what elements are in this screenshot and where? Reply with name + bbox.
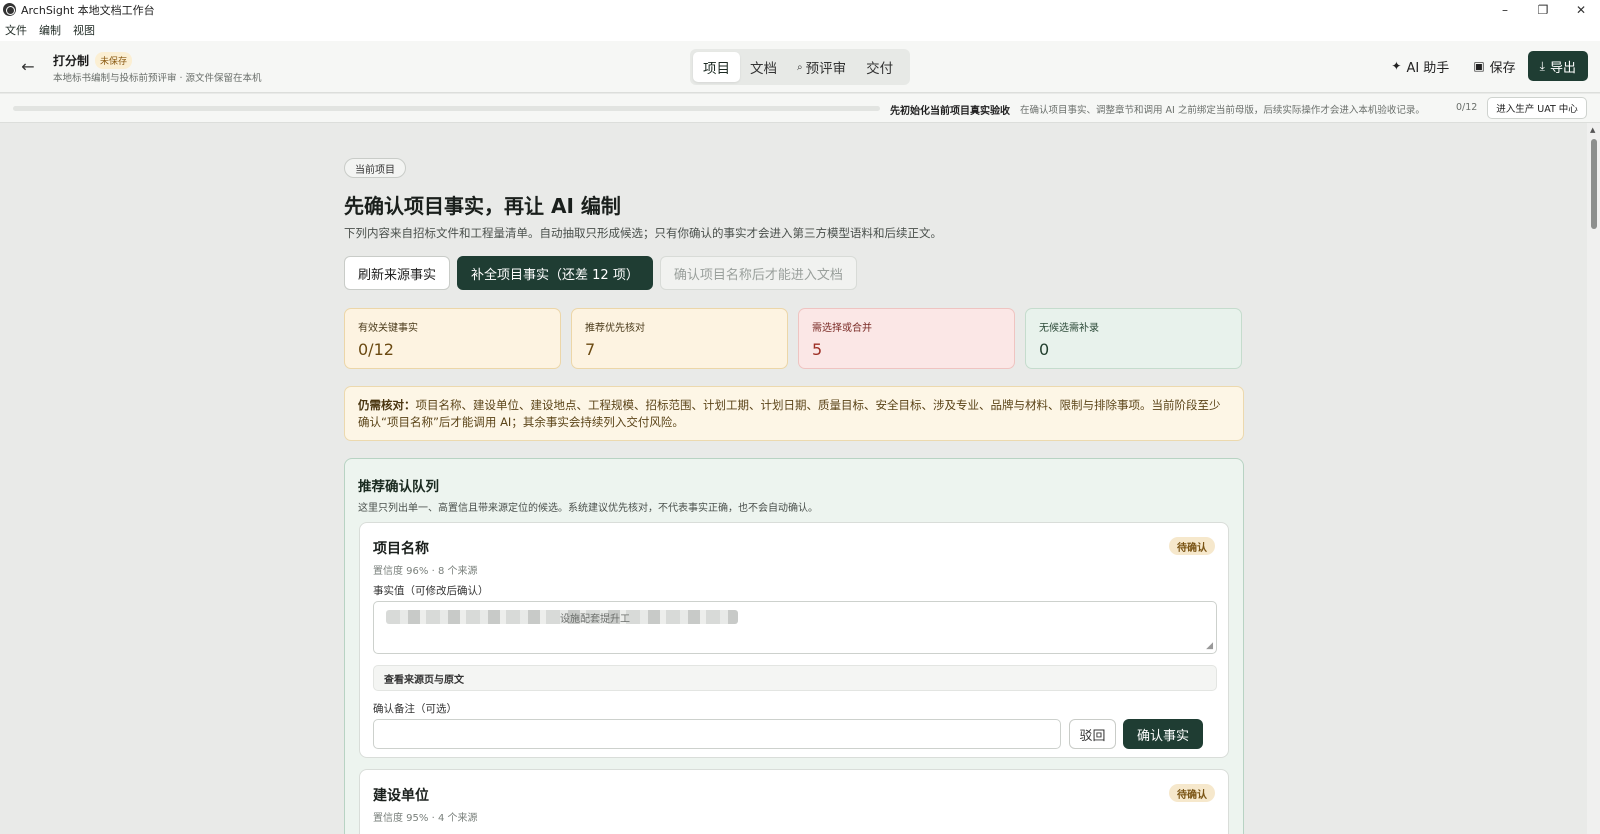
project-subtitle: 本地标书编制与投标前预评审 · 源文件保留在本机 [53,73,262,84]
current-project-pill: 当前项目 [344,158,406,178]
close-icon[interactable]: ✕ [1562,0,1600,19]
window-controls: – ❐ ✕ [1486,0,1600,19]
resize-handle-icon[interactable]: ◢ [1206,641,1213,651]
stats-row: 有效关键事实 0/12 推荐优先核对 7 需选择或合并 5 无候选需补录 0 [344,308,1244,369]
fact-meta: 置信度 95% · 4 个来源 [373,813,478,824]
project-name: 打分制 [53,54,90,68]
save-icon: ▣ [1473,59,1485,73]
maximize-icon[interactable]: ❐ [1524,0,1562,19]
fact-title: 项目名称 [373,541,429,557]
stat-value: 0 [1039,340,1050,359]
enter-documents-button[interactable]: 确认项目名称后才能进入文档 [659,256,857,290]
acceptance-progress [13,106,880,111]
refresh-facts-button[interactable]: 刷新来源事实 [344,256,451,290]
pending-badge: 待确认 [1169,537,1215,555]
queue-description: 这里只列出单一、高置信且带来源定位的候选。系统建议优先核对，不代表事实正确，也不… [358,503,818,514]
stat-value: 5 [812,340,823,359]
stat-card-select-merge: 需选择或合并 5 [798,308,1015,369]
ai-assistant-button[interactable]: ✦ AI 助手 [1379,51,1461,81]
menu-edit[interactable]: 编制 [39,22,61,38]
tab-label: 项目 [703,61,730,77]
fact-value-partial: 设施配套提升工 [560,614,630,625]
download-icon: ⤓ [1539,58,1545,73]
app-logo-icon [3,3,16,16]
confirm-note-input[interactable] [373,719,1061,749]
arrow-left-icon[interactable]: ← [18,56,38,76]
menu-view[interactable]: 视图 [73,22,95,38]
export-label: 导出 [1549,60,1576,76]
acceptance-status-bar: 先初始化当前项目真实验收 在确认项目事实、调整章节和调用 AI 之前绑定当前母版… [0,94,1600,123]
window-title: ArchSight 本地文档工作台 [21,3,155,17]
vertical-scrollbar[interactable]: ▲ [1587,123,1600,834]
complete-facts-button[interactable]: 补全项目事实（还差 12 项） [457,256,653,290]
tab-project[interactable]: 项目 [693,52,740,82]
fact-value-label: 事实值（可修改后确认） [373,585,489,597]
window-titlebar: ArchSight 本地文档工作台 – ❐ ✕ [0,0,1600,19]
stat-card-priority-check: 推荐优先核对 7 [571,308,788,369]
stat-label: 推荐优先核对 [585,323,645,334]
note-label: 确认备注（可选） [373,703,457,715]
tab-label: 预评审 [805,61,847,77]
stat-value: 7 [585,340,596,359]
status-count: 0/12 [1456,102,1478,113]
stat-label: 需选择或合并 [812,323,872,334]
tab-label: 交付 [866,61,894,77]
notice-text: 项目名称、建设单位、建设地点、工程规模、招标范围、计划工期、计划日期、质量目标、… [358,398,1221,429]
queue-title: 推荐确认队列 [358,479,439,495]
view-source-toggle[interactable]: 查看来源页与原文 [373,665,1217,691]
stat-label: 有效关键事实 [358,323,418,334]
sparkle-icon: ✦ [1391,59,1402,73]
tab-delivery[interactable]: 交付 [856,52,903,82]
confirm-fact-button[interactable]: 确认事实 [1123,719,1203,749]
save-label: 保存 [1489,60,1516,76]
pending-check-notice: 仍需核对：项目名称、建设单位、建设地点、工程规模、招标范围、计划工期、计划日期、… [344,386,1244,441]
ai-assistant-label: AI 助手 [1406,60,1450,76]
fact-card-project-name: 项目名称 待确认 置信度 96% · 8 个来源 事实值（可修改后确认） 设施配… [359,522,1229,758]
reject-button[interactable]: 驳回 [1069,719,1116,749]
header-actions: ✦ AI 助手 ▣ 保存 ⤓ 导出 [1379,51,1588,81]
scroll-up-icon[interactable]: ▲ [1590,126,1595,134]
fact-card-owner: 建设单位 待确认 置信度 95% · 4 个来源 [359,769,1229,834]
page-description: 下列内容来自招标文件和工程量清单。自动抽取只形成候选；只有你确认的事实才会进入第… [344,226,942,240]
scroll-thumb[interactable] [1591,139,1597,229]
menu-bar: 文件 编制 视图 [0,19,1600,41]
stat-card-no-candidate: 无候选需补录 0 [1025,308,1242,369]
app-header: ← 打分制 未保存 本地标书编制与投标前预评审 · 源文件保留在本机 项目 文档… [0,41,1600,93]
status-headline: 先初始化当前项目真实验收 [890,106,1010,117]
tab-documents[interactable]: 文档 [740,52,787,82]
notice-lead: 仍需核对： [358,398,416,412]
save-button[interactable]: ▣ 保存 [1461,51,1527,81]
page-title: 先确认项目事实，再让 AI 编制 [344,194,621,218]
minimize-icon[interactable]: – [1486,0,1524,19]
stat-card-valid-facts: 有效关键事实 0/12 [344,308,561,369]
tab-label: 文档 [750,61,777,77]
recommended-queue: 推荐确认队列 这里只列出单一、高置信且带来源定位的候选。系统建议优先核对，不代表… [344,458,1244,834]
search-icon: ⌕ [797,61,803,73]
fact-value-textarea[interactable]: 设施配套提升工 ◢ [373,601,1217,654]
status-detail: 在确认项目事实、调整章节和调用 AI 之前绑定当前母版，后续实际操作才会进入本机… [1020,105,1425,116]
stat-value: 0/12 [358,340,394,359]
unsaved-badge: 未保存 [95,52,133,69]
fact-title: 建设单位 [373,788,429,804]
fact-meta: 置信度 96% · 8 个来源 [373,566,478,577]
stat-label: 无候选需补录 [1039,323,1099,334]
export-button[interactable]: ⤓ 导出 [1527,51,1588,81]
tab-prereview[interactable]: ⌕ 预评审 [787,52,856,82]
main-tabs: 项目 文档 ⌕ 预评审 交付 [690,49,910,85]
uat-center-button[interactable]: 进入生产 UAT 中心 [1487,97,1587,119]
pending-badge: 待确认 [1169,784,1215,802]
primary-actions: 刷新来源事实 补全项目事实（还差 12 项） 确认项目名称后才能进入文档 [344,256,864,290]
menu-file[interactable]: 文件 [5,22,27,38]
